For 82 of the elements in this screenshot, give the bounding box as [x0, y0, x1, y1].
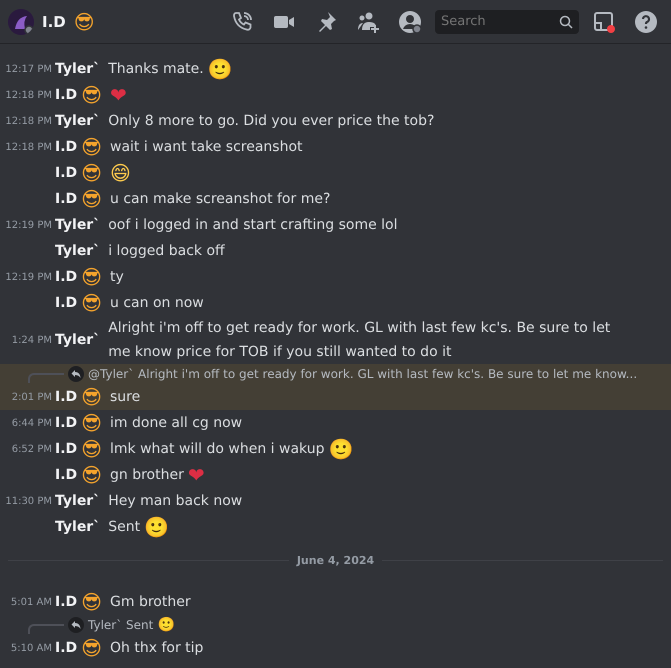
username[interactable]: I.D [55, 415, 78, 431]
message-text: Only 8 more to go. Did you ever price the tob? [108, 112, 434, 131]
username[interactable]: Tyler` [55, 493, 100, 509]
inbox-icon[interactable] [592, 10, 616, 34]
message-text: wait i want take screanshot [110, 138, 303, 157]
message-text: Hey man back now [108, 492, 242, 511]
message-text: oof i logged in and start crafting some lol [108, 216, 398, 235]
timestamp: 12:19 PM [4, 220, 53, 230]
date-divider-label: June 4, 2024 [296, 554, 374, 567]
message-text: i logged back off [108, 242, 225, 261]
timestamp: 12:18 PM [4, 90, 53, 100]
message-text: Thanks mate. [108, 60, 204, 79]
reply-preview[interactable]: @Tyler` Alright i'm off to get ready for work. GL with last few kc's. Be sure to let me know... [88, 367, 638, 381]
username[interactable]: I.D [55, 87, 78, 103]
message-text: Oh thx for tip [110, 639, 204, 658]
phone-icon[interactable] [230, 10, 254, 34]
message-text: Gm brother [110, 593, 191, 612]
emoji: 😎 [81, 267, 102, 287]
timestamp: 5:10 AM [10, 642, 53, 654]
timestamp: 12:18 PM [4, 116, 53, 126]
reply-preview[interactable]: Tyler` Sent [88, 618, 154, 632]
username[interactable]: I.D [55, 640, 78, 656]
channel-title: I.D [42, 12, 66, 30]
search-icon [559, 14, 573, 28]
username[interactable]: Tyler` [55, 332, 100, 348]
emoji: ❤ [110, 85, 127, 105]
timestamp: 12:18 PM [4, 142, 53, 152]
message-text: sure [110, 388, 140, 407]
emoji: 😎 [81, 85, 102, 105]
username[interactable]: Tyler` [55, 61, 100, 77]
timestamp: 2:01 PM [10, 392, 53, 402]
username[interactable]: I.D [55, 165, 78, 181]
username[interactable]: Tyler` [55, 519, 100, 535]
reply-line [28, 373, 64, 383]
message-text: u can on now [110, 294, 204, 313]
search-field[interactable]: Search [435, 10, 579, 34]
emoji: 😎 [81, 293, 102, 313]
emoji: 😎 [81, 189, 102, 209]
emoji: ❤ [188, 465, 205, 485]
username[interactable]: Tyler` [55, 217, 100, 233]
timestamp: 1:24 PM [10, 334, 53, 346]
emoji: 😎 [74, 12, 95, 32]
username[interactable]: I.D [55, 269, 78, 285]
emoji: 😄 [110, 163, 131, 183]
emoji: 🙂 [208, 59, 233, 79]
message-text: Alright i'm off to get ready for work. GL with last few kc's. Be sure to let me know price for TOB if you still wanted to do it [108, 319, 612, 362]
username[interactable]: I.D [55, 191, 78, 207]
username[interactable]: I.D [55, 441, 78, 457]
reply-line [28, 624, 64, 634]
message-text: Sent [108, 518, 140, 537]
emoji: 😎 [81, 638, 102, 658]
timestamp: 11:30 PM [4, 496, 53, 506]
username[interactable]: I.D [55, 594, 78, 610]
message-text: gn brother [110, 466, 184, 485]
emoji: 😎 [81, 163, 102, 183]
emoji: 🙂 [328, 439, 354, 459]
emoji: 😎 [81, 387, 102, 407]
emoji: 😎 [81, 592, 102, 612]
username[interactable]: Tyler` [55, 243, 100, 259]
username[interactable]: I.D [55, 139, 78, 155]
username[interactable]: I.D [55, 467, 78, 483]
emoji: 😎 [81, 137, 102, 157]
timestamp: 12:17 PM [4, 64, 53, 74]
emoji: 😎 [81, 439, 102, 459]
help-icon[interactable] [634, 10, 658, 34]
timestamp: 5:01 AM [10, 596, 53, 608]
message-text: im done all cg now [110, 414, 242, 433]
emoji: 🙂 [144, 517, 170, 537]
message-text: u can make screanshot for me? [110, 190, 330, 209]
timestamp: 6:44 PM [10, 418, 53, 428]
username[interactable]: Tyler` [55, 113, 100, 129]
timestamp: 12:19 PM [4, 272, 53, 282]
username[interactable]: I.D [55, 295, 78, 311]
emoji: 😎 [81, 465, 102, 485]
username[interactable]: I.D [55, 389, 78, 405]
message-text: ty [110, 268, 124, 287]
add-friend-icon[interactable] [356, 10, 380, 34]
emoji: 😎 [81, 413, 102, 433]
emoji: 🙂 [157, 618, 174, 632]
timestamp: 6:52 PM [10, 444, 53, 454]
user-profile-icon[interactable] [398, 10, 422, 34]
message-text: lmk what will do when i wakup [110, 440, 324, 459]
